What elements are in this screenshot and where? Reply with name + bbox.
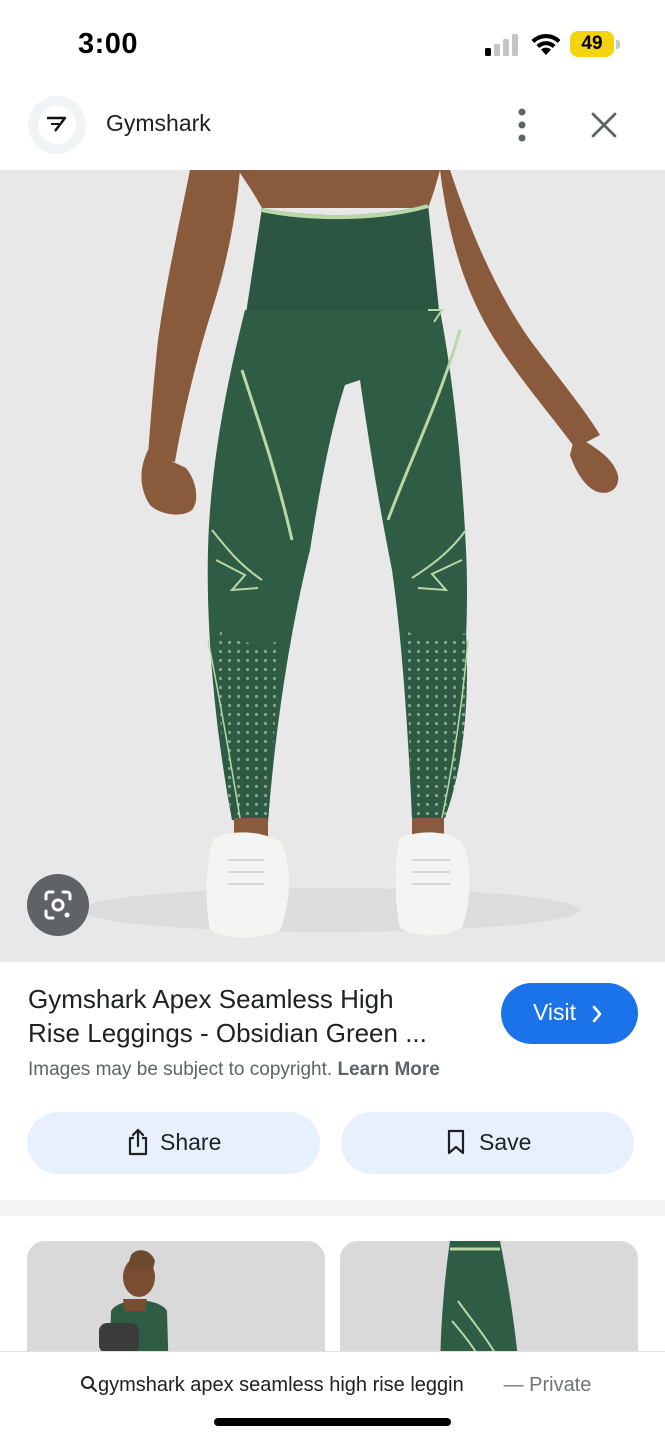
share-label: Share — [160, 1129, 222, 1155]
battery-icon: 49 — [570, 31, 620, 57]
chevron-right-icon — [592, 1005, 602, 1023]
private-label: — Private — [503, 1374, 592, 1396]
copyright-notice: Images may be subject to copyright. Lear… — [28, 1059, 440, 1081]
battery-level: 49 — [581, 33, 603, 54]
product-image[interactable] — [0, 170, 665, 962]
cellular-signal-icon — [485, 34, 518, 56]
product-title-line-2: Rise Leggings - Obsidian Green ... — [28, 1018, 427, 1048]
product-title-line-1: Gymshark Apex Seamless High — [28, 984, 394, 1014]
learn-more-link[interactable]: Learn More — [337, 1059, 439, 1080]
google-lens-icon[interactable] — [27, 874, 89, 936]
copyright-text: Images may be subject to copyright. — [28, 1059, 333, 1080]
gymshark-logo-icon[interactable] — [28, 96, 86, 154]
visit-button[interactable]: Visit — [501, 983, 638, 1044]
search-icon — [81, 1376, 97, 1392]
bookmark-icon — [447, 1129, 465, 1155]
site-name[interactable]: Gymshark — [106, 110, 211, 137]
search-query-text: gymshark apex seamless high rise leggin — [98, 1374, 464, 1396]
wifi-icon — [531, 33, 561, 55]
share-icon — [128, 1128, 148, 1156]
more-vert-icon[interactable] — [502, 104, 542, 148]
close-icon[interactable] — [584, 106, 624, 146]
save-button[interactable]: Save — [341, 1112, 634, 1174]
status-bar: 3:00 49 — [0, 0, 665, 88]
status-time: 3:00 — [78, 28, 139, 60]
save-label: Save — [479, 1129, 532, 1155]
search-query-display[interactable]: gymshark apex seamless high rise leggin … — [80, 1374, 591, 1397]
home-indicator[interactable] — [214, 1418, 451, 1426]
bottom-search-bar[interactable]: gymshark apex seamless high rise leggin … — [0, 1351, 665, 1440]
visit-label: Visit — [533, 999, 577, 1025]
leggings-illustration — [80, 170, 619, 938]
share-button[interactable]: Share — [27, 1112, 320, 1174]
section-divider — [0, 1200, 665, 1216]
product-title[interactable]: Gymshark Apex Seamless High Rise Legging… — [28, 982, 483, 1050]
site-header: Gymshark — [0, 88, 665, 170]
